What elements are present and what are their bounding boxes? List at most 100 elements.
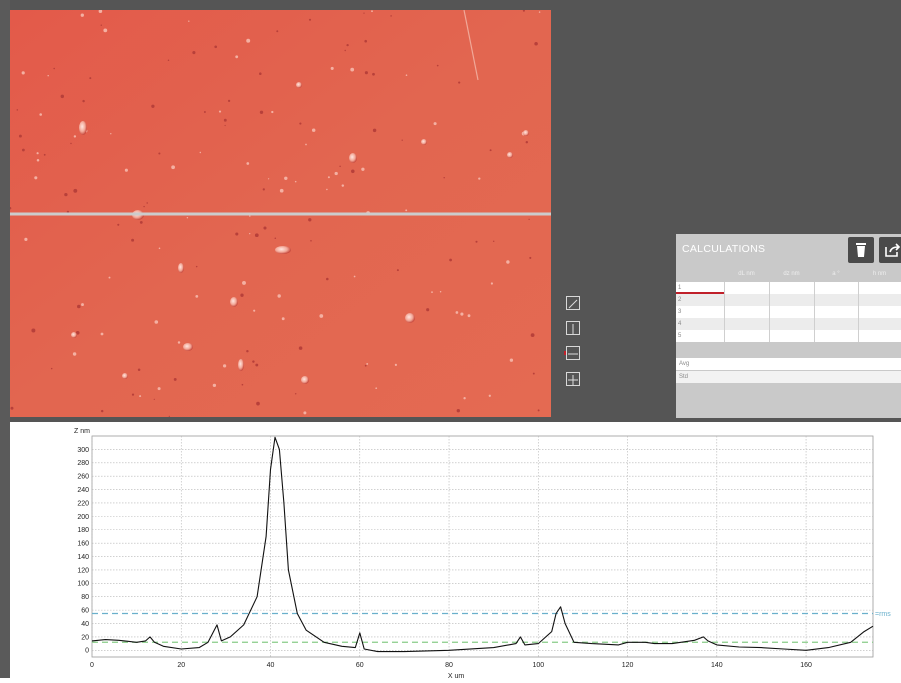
afm-speck xyxy=(81,303,84,307)
afm-speck xyxy=(294,180,297,183)
afm-speck xyxy=(195,295,199,298)
afm-speck xyxy=(467,314,471,318)
afm-speck xyxy=(240,293,244,297)
table-cell xyxy=(858,306,901,318)
afm-speck xyxy=(299,122,302,125)
afm-speck xyxy=(10,406,14,410)
afm-speck xyxy=(227,99,231,103)
table-row[interactable]: 1 xyxy=(676,282,901,294)
trash-icon xyxy=(856,243,866,257)
y-tick-label: 220 xyxy=(77,500,89,507)
table-row[interactable]: 4 xyxy=(676,318,901,330)
table-row[interactable]: 5 xyxy=(676,330,901,342)
afm-speck xyxy=(439,291,442,293)
table-cell xyxy=(858,282,901,294)
afm-speck xyxy=(281,317,285,321)
afm-speck xyxy=(326,188,328,191)
afm-speck xyxy=(375,387,378,390)
afm-speck xyxy=(509,358,514,362)
afm-particle xyxy=(301,376,309,384)
afm-particle xyxy=(275,246,291,254)
col-header-index xyxy=(676,266,724,282)
afm-speck xyxy=(259,110,264,114)
y-tick-label: 300 xyxy=(77,447,89,454)
afm-speck xyxy=(82,99,85,103)
afm-speck xyxy=(73,188,78,193)
afm-speck xyxy=(53,67,56,70)
afm-speck xyxy=(396,269,399,272)
row-index: 5 xyxy=(676,330,725,342)
table-cell xyxy=(724,330,770,342)
afm-speck xyxy=(192,51,196,55)
export-button[interactable] xyxy=(879,237,901,263)
afm-speck xyxy=(532,372,535,375)
x-tick-label: 100 xyxy=(532,662,544,669)
profile-line xyxy=(91,436,874,653)
tick-labels: 0204060801001201401601802002202402602803… xyxy=(77,447,812,669)
height-profile-chart[interactable]: =rms 02040608010012014016018020022024026… xyxy=(10,422,901,680)
afm-speck xyxy=(256,401,260,406)
afm-speck xyxy=(334,171,338,176)
afm-speck xyxy=(506,260,510,264)
y-tick-label: 80 xyxy=(81,594,89,601)
afm-speck xyxy=(372,128,377,133)
afm-speck xyxy=(70,142,72,145)
y-tick-label: 180 xyxy=(77,527,89,534)
afm-speck xyxy=(235,232,239,236)
grid-tool-button[interactable] xyxy=(566,372,580,386)
afm-speck xyxy=(139,395,142,398)
table-cell xyxy=(814,306,859,318)
std-row: Std xyxy=(676,371,901,383)
table-cell xyxy=(814,282,859,294)
table-cell xyxy=(724,306,770,318)
afm-speck xyxy=(455,311,459,314)
y-axis-label: Z nm xyxy=(74,428,90,435)
afm-speck xyxy=(24,237,28,241)
afm-speck xyxy=(326,277,329,281)
afm-speck xyxy=(458,81,461,84)
afm-speck xyxy=(463,397,466,400)
afm-speck xyxy=(253,309,256,312)
afm-speck xyxy=(294,393,297,395)
afm-speck xyxy=(252,360,255,363)
afm-speck xyxy=(100,24,103,26)
y-tick-label: 140 xyxy=(77,554,89,561)
afm-speck xyxy=(263,226,267,230)
row-index: 3 xyxy=(676,306,725,318)
afm-speck xyxy=(525,140,529,144)
x-tick-label: 40 xyxy=(267,662,275,669)
afm-particle xyxy=(71,332,77,338)
afm-height-map[interactable] xyxy=(10,10,551,417)
afm-speck xyxy=(39,113,42,116)
afm-speck xyxy=(298,346,303,350)
afm-speck xyxy=(100,409,104,413)
afm-speck xyxy=(271,110,274,114)
table-row[interactable]: 3 xyxy=(676,306,901,318)
afm-image-view[interactable] xyxy=(10,10,551,417)
afm-speck xyxy=(488,394,491,397)
afm-speck xyxy=(153,398,155,400)
col-header-dl: dL nm xyxy=(738,271,755,277)
vertical-line-tool-button[interactable] xyxy=(566,321,580,335)
table-row[interactable]: 2 xyxy=(676,294,901,306)
afm-speck xyxy=(73,135,77,138)
afm-speck xyxy=(311,128,316,132)
profile-series xyxy=(91,436,874,653)
afm-speck xyxy=(534,42,538,46)
afm-speck xyxy=(246,38,251,43)
table-cell xyxy=(769,330,815,342)
afm-speck xyxy=(538,11,541,13)
afm-speck xyxy=(405,209,408,212)
afm-speck xyxy=(50,367,53,370)
chart-grid xyxy=(91,435,874,658)
horizontal-line-tool-button[interactable] xyxy=(566,346,580,360)
afm-speck xyxy=(364,71,368,75)
afm-speck xyxy=(235,55,239,59)
afm-speck xyxy=(341,184,345,187)
col-header-dz: dz nm xyxy=(783,271,800,277)
afm-speck xyxy=(284,176,288,181)
diagonal-line-tool-button[interactable] xyxy=(566,296,580,310)
afm-speck xyxy=(154,320,159,324)
afm-speck xyxy=(186,216,189,219)
delete-button[interactable] xyxy=(848,237,874,263)
